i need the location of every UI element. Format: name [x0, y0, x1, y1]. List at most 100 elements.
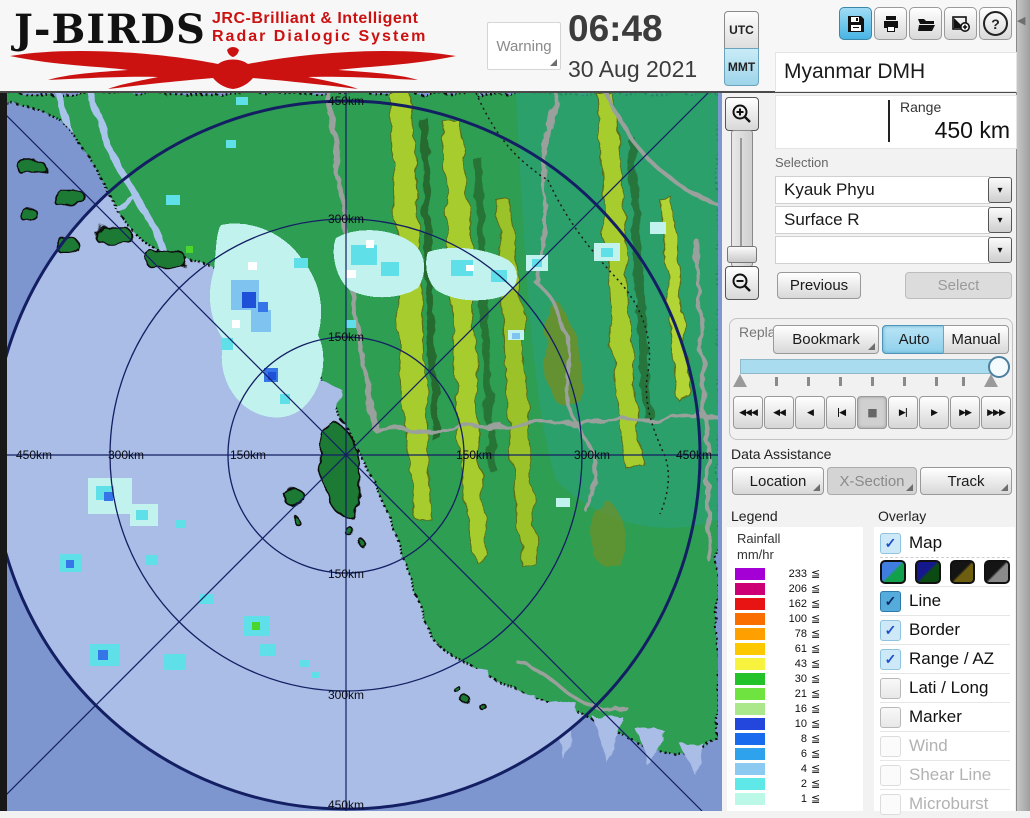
print-button[interactable] — [874, 7, 907, 40]
legend-value: 162 — [788, 597, 807, 610]
lte-symbol: ≦ — [811, 628, 821, 640]
legend-row: 43 ≦ — [735, 656, 861, 671]
legend-value: 233 — [788, 567, 807, 580]
timeline-end-marker[interactable] — [984, 374, 998, 387]
step-back-button[interactable]: |◀ — [826, 396, 856, 429]
overlay-row-border[interactable]: ✓ Border — [880, 615, 1010, 644]
replay-timeline-track[interactable] — [740, 359, 1000, 374]
map-checkbox[interactable]: ✓ — [880, 532, 901, 554]
eagle-logo-icon — [10, 47, 456, 89]
printer-icon — [883, 15, 898, 32]
track-button[interactable]: Track — [920, 467, 1012, 495]
overlay-label: Range / AZ — [909, 649, 995, 668]
timeline-tick — [962, 377, 965, 386]
x-section-button[interactable]: X-Section — [827, 467, 917, 495]
legend-swatch — [735, 627, 765, 640]
rewind-button[interactable]: ◀◀ — [764, 396, 794, 429]
selection-label: Selection — [775, 155, 829, 170]
legend-swatch — [735, 567, 765, 580]
rewind-full-button[interactable]: ◀◀◀ — [733, 396, 763, 429]
overlay-row-map[interactable]: ✓ Map — [880, 529, 1010, 557]
legend-row: 8 ≦ — [735, 731, 861, 746]
location-button[interactable]: Location — [732, 467, 824, 495]
legend-swatch — [735, 717, 765, 730]
play-backward-button[interactable]: ◀ — [795, 396, 825, 429]
warning-button[interactable]: Warning — [487, 22, 561, 70]
product-select-field[interactable]: Surface R — [775, 206, 990, 234]
legend-row: 78 ≦ — [735, 626, 861, 641]
option-select-dropdown-button[interactable]: ▾ — [988, 237, 1012, 263]
previous-button[interactable]: Previous — [777, 272, 861, 299]
lte-symbol: ≦ — [811, 748, 821, 760]
legend-row: 16 ≦ — [735, 701, 861, 716]
overlay-label: Lati / Long — [909, 678, 989, 697]
open-folder-button[interactable] — [909, 7, 942, 40]
map-style-blue-green-button[interactable] — [880, 559, 906, 584]
line-checkbox[interactable]: ✓ — [880, 590, 901, 612]
legend-value: 43 — [794, 657, 807, 670]
lati-long-checkbox[interactable]: ✓ — [880, 677, 901, 699]
corner-menu-icon — [906, 484, 913, 491]
overlay-label: Shear Line — [909, 765, 992, 784]
product-select-dropdown-button[interactable]: ▾ — [988, 207, 1012, 233]
step-forward-button[interactable]: ▶| — [888, 396, 918, 429]
capture-image-button[interactable] — [944, 7, 977, 40]
panel-collapse-strip[interactable] — [1016, 0, 1030, 811]
legend-row: 100 ≦ — [735, 611, 861, 626]
option-select-field[interactable] — [775, 236, 990, 264]
collapse-panel-arrow-icon[interactable]: ◀ — [1017, 14, 1025, 27]
overlay-title: Overlay — [878, 508, 927, 524]
legend-swatch — [735, 582, 765, 595]
add-image-icon — [951, 15, 970, 32]
site-select-dropdown-button[interactable]: ▾ — [988, 177, 1012, 203]
utc-toggle-button[interactable]: UTC — [724, 11, 759, 49]
legend-swatch — [735, 612, 765, 625]
stop-button[interactable]: ■ — [857, 396, 887, 429]
corner-resize-icon — [550, 59, 557, 66]
svg-text:450km: 450km — [328, 798, 364, 811]
timeline-tick — [935, 377, 938, 386]
overlay-row-range-az[interactable]: ✓ Range / AZ — [880, 644, 1010, 673]
legend-swatch — [735, 687, 765, 700]
play-button[interactable]: ▶ — [919, 396, 949, 429]
overlay-row-lati-long[interactable]: ✓ Lati / Long — [880, 673, 1010, 702]
overlay-row-marker[interactable]: ✓ Marker — [880, 702, 1010, 731]
manual-mode-button[interactable]: Manual — [943, 325, 1009, 354]
overlay-row-wind: ✓ Wind — [880, 731, 1010, 760]
overlay-label: Wind — [909, 736, 948, 755]
help-button[interactable]: ? — [979, 7, 1012, 40]
border-checkbox[interactable]: ✓ — [880, 619, 901, 641]
save-button[interactable] — [839, 7, 872, 40]
site-select-field[interactable]: Kyauk Phyu — [775, 176, 990, 204]
fast-forward-full-button[interactable]: ▶▶▶ — [981, 396, 1011, 429]
legend-unit-line2: mm/hr — [737, 547, 774, 562]
map-style-black-olive-button[interactable] — [949, 559, 976, 584]
check-icon: ✓ — [884, 622, 897, 638]
overlay-row-line[interactable]: ✓ Line — [880, 586, 1010, 615]
auto-mode-button[interactable]: Auto — [882, 325, 946, 354]
zoom-slider-groove — [740, 138, 742, 246]
check-icon: ✓ — [884, 593, 897, 609]
range-az-checkbox[interactable]: ✓ — [880, 648, 901, 670]
lte-symbol: ≦ — [811, 763, 821, 775]
timeline-start-marker[interactable] — [733, 374, 747, 387]
map-style-navy-darkgreen-button[interactable] — [914, 559, 941, 584]
map-style-black-gray-button[interactable] — [984, 559, 1010, 584]
legend-swatch — [735, 732, 765, 745]
legend-value: 16 — [794, 702, 807, 715]
track-button-label: Track — [947, 472, 985, 490]
legend-swatch — [735, 657, 765, 670]
radar-map[interactable]: 450km 300km 150km 150km 300km 450km 450k… — [0, 93, 722, 811]
mmt-toggle-button[interactable]: MMT — [724, 48, 759, 86]
logo-tagline-line1: JRC-Brilliant & Intelligent — [212, 10, 419, 27]
fast-forward-button[interactable]: ▶▶ — [950, 396, 980, 429]
bookmark-button[interactable]: Bookmark — [773, 325, 879, 354]
overlay-label: Map — [909, 533, 943, 552]
zoom-slider-handle[interactable] — [727, 246, 757, 263]
map-style-row — [880, 557, 1010, 585]
zoom-out-button[interactable] — [725, 266, 759, 300]
marker-checkbox[interactable]: ✓ — [880, 706, 901, 728]
zoom-in-button[interactable] — [725, 97, 759, 131]
overlay-row-microburst: ✓ Microburst — [880, 789, 1010, 818]
select-button[interactable]: Select — [905, 272, 1012, 299]
